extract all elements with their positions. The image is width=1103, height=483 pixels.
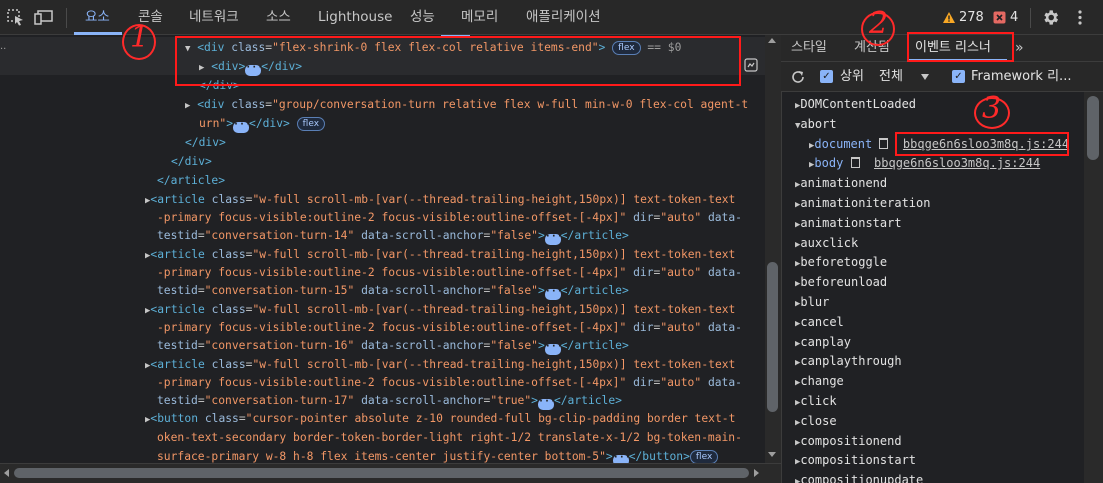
event-listener-item[interactable]: ▶compositionstart xyxy=(795,451,916,470)
error-count[interactable]: 4 xyxy=(1010,0,1018,35)
annotation-number-2: 2 xyxy=(869,6,889,41)
framework-listeners-label: Framework 리... xyxy=(971,69,1072,84)
more-options-icon[interactable] xyxy=(1074,9,1086,26)
warning-count[interactable]: 278 xyxy=(959,0,984,35)
event-listener-item[interactable]: ▶compositionend xyxy=(795,432,902,451)
dom-node-article-cont: -primary focus-visible:outline-2 focus-v… xyxy=(157,376,742,389)
dom-node-article-cont: -primary focus-visible:outline-2 focus-v… xyxy=(157,266,742,279)
event-listener-item[interactable]: ▶click xyxy=(795,392,837,411)
annotation-box-2 xyxy=(907,32,1014,62)
dom-node-article[interactable]: ▶<article class="w-full scroll-mb-[var(-… xyxy=(145,190,735,209)
event-listener-item[interactable]: ▶beforeunload xyxy=(795,273,887,292)
ancestors-checkbox[interactable]: ✓ xyxy=(820,70,833,83)
collapsed-content-ellipsis[interactable]: ··· xyxy=(544,287,563,300)
inspect-element-icon[interactable] xyxy=(6,8,26,26)
gutter-ellipsis: ·· xyxy=(0,44,7,55)
warning-icon xyxy=(943,12,955,23)
event-listener-item[interactable]: ▶beforetoggle xyxy=(795,253,887,272)
dom-node-conversation-turn-cont: urn">···</div> flex xyxy=(199,114,326,133)
chevron-down-icon[interactable] xyxy=(921,74,929,80)
event-listener-item[interactable]: ▶DOMContentLoaded xyxy=(795,95,916,114)
dom-node-close: </div> xyxy=(185,136,226,149)
gear-icon[interactable] xyxy=(1041,8,1060,27)
more-tabs-chevron-icon[interactable]: » xyxy=(1015,35,1024,62)
listener-filter-select[interactable]: 전체 xyxy=(879,62,903,92)
dom-node-close: </article> xyxy=(157,174,226,187)
sidebar-scroll-thumb[interactable] xyxy=(1087,96,1099,160)
event-listener-item[interactable]: ▶canplay xyxy=(795,333,851,352)
listener-source-link[interactable]: bbqge6n6sloo3m8q.js:244 xyxy=(874,156,1040,170)
event-listener-item[interactable]: ▶animationstart xyxy=(795,214,902,233)
tab-lighthouse[interactable]: Lighthouse xyxy=(318,0,392,35)
annotation-box-3 xyxy=(895,132,1069,156)
event-listener-item[interactable]: ▶animationend xyxy=(795,174,887,193)
tab-sources[interactable]: 소스 xyxy=(266,0,291,35)
trash-icon[interactable] xyxy=(850,157,860,168)
dom-node-button-cont: oken-text-secondary border-token-border-… xyxy=(157,431,742,444)
event-listener-item[interactable]: ▶compositionupdate xyxy=(795,471,923,483)
dom-node-article[interactable]: ▶<article class="w-full scroll-mb-[var(-… xyxy=(145,245,735,264)
tab-elements[interactable]: 요소 xyxy=(85,0,110,35)
error-icon xyxy=(993,11,1006,24)
tab-network[interactable]: 네트워크 xyxy=(189,0,239,35)
elements-hscroll-thumb[interactable] xyxy=(14,468,749,478)
event-listener-toolbar: ✓ 상위 전체 ✓ Framework 리... xyxy=(781,62,1103,92)
tab-styles[interactable]: 스타일 xyxy=(791,35,827,62)
collapsed-content-ellipsis[interactable]: ··· xyxy=(544,232,563,245)
scroll-left-arrow[interactable] xyxy=(4,469,9,477)
dom-node-close: </div> xyxy=(171,155,212,168)
framework-listeners-checkbox[interactable]: ✓ xyxy=(952,70,965,83)
refresh-icon[interactable] xyxy=(790,69,806,85)
trash-icon[interactable] xyxy=(879,138,889,149)
annotation-number-3: 3 xyxy=(982,91,1002,126)
event-listener-item[interactable]: ▼abort xyxy=(795,115,837,134)
annotation-number-1: 1 xyxy=(130,20,150,55)
devtools-toolbar: 요소 콘솔 네트워크 소스 Lighthouse 성능 메모리 애플리케이션 2… xyxy=(0,0,1103,35)
flex-badge[interactable]: flex xyxy=(689,450,719,464)
event-listener-item[interactable]: ▶cancel xyxy=(795,313,844,332)
dom-node-button[interactable]: ▶<button class="cursor-pointer absolute … xyxy=(145,409,735,428)
event-listener-item[interactable]: ▶canplaythrough xyxy=(795,352,902,371)
listener-target-row[interactable]: ▶body bbqge6n6sloo3m8q.js:244 xyxy=(809,154,1040,173)
annotation-box-1 xyxy=(175,36,741,86)
dom-node-article-cont: testid="conversation-turn-16" data-scrol… xyxy=(157,336,629,355)
tab-memory[interactable]: 메모리 xyxy=(461,0,498,35)
scroll-down-arrow[interactable] xyxy=(768,452,776,457)
dom-node-article[interactable]: ▶<article class="w-full scroll-mb-[var(-… xyxy=(145,355,735,374)
tab-performance[interactable]: 성능 xyxy=(410,0,435,35)
event-listener-item[interactable]: ▶change xyxy=(795,372,844,391)
event-listener-item[interactable]: ▶blur xyxy=(795,293,829,312)
dom-node-article[interactable]: ▶<article class="w-full scroll-mb-[var(-… xyxy=(145,300,735,319)
event-listener-item[interactable]: ▶close xyxy=(795,412,837,431)
dom-node-conversation-turn[interactable]: ▶ <div class="group/conversation-turn re… xyxy=(185,95,748,114)
event-listener-item[interactable]: ▶auxclick xyxy=(795,234,858,253)
collapsed-content-ellipsis[interactable]: ··· xyxy=(544,342,563,355)
copy-node-icon[interactable] xyxy=(744,58,758,72)
dom-node-article-cont: testid="conversation-turn-17" data-scrol… xyxy=(157,391,622,410)
dom-node-article-cont: -primary focus-visible:outline-2 focus-v… xyxy=(157,321,742,334)
dom-node-article-cont: testid="conversation-turn-14" data-scrol… xyxy=(157,226,629,245)
tab-application[interactable]: 애플리케이션 xyxy=(526,0,601,35)
dom-node-article-cont: testid="conversation-turn-15" data-scrol… xyxy=(157,281,629,300)
collapsed-content-ellipsis[interactable]: ··· xyxy=(233,120,251,133)
dom-node-article-cont: -primary focus-visible:outline-2 focus-v… xyxy=(157,211,742,224)
scroll-right-arrow[interactable] xyxy=(754,469,759,477)
device-toggle-icon[interactable] xyxy=(34,8,54,26)
ancestors-label: 상위 xyxy=(840,69,864,84)
elements-scroll-thumb[interactable] xyxy=(767,262,778,412)
flex-badge[interactable]: flex xyxy=(296,117,326,131)
scroll-up-arrow[interactable] xyxy=(768,38,776,43)
event-listener-item[interactable]: ▶animationiteration xyxy=(795,194,930,213)
